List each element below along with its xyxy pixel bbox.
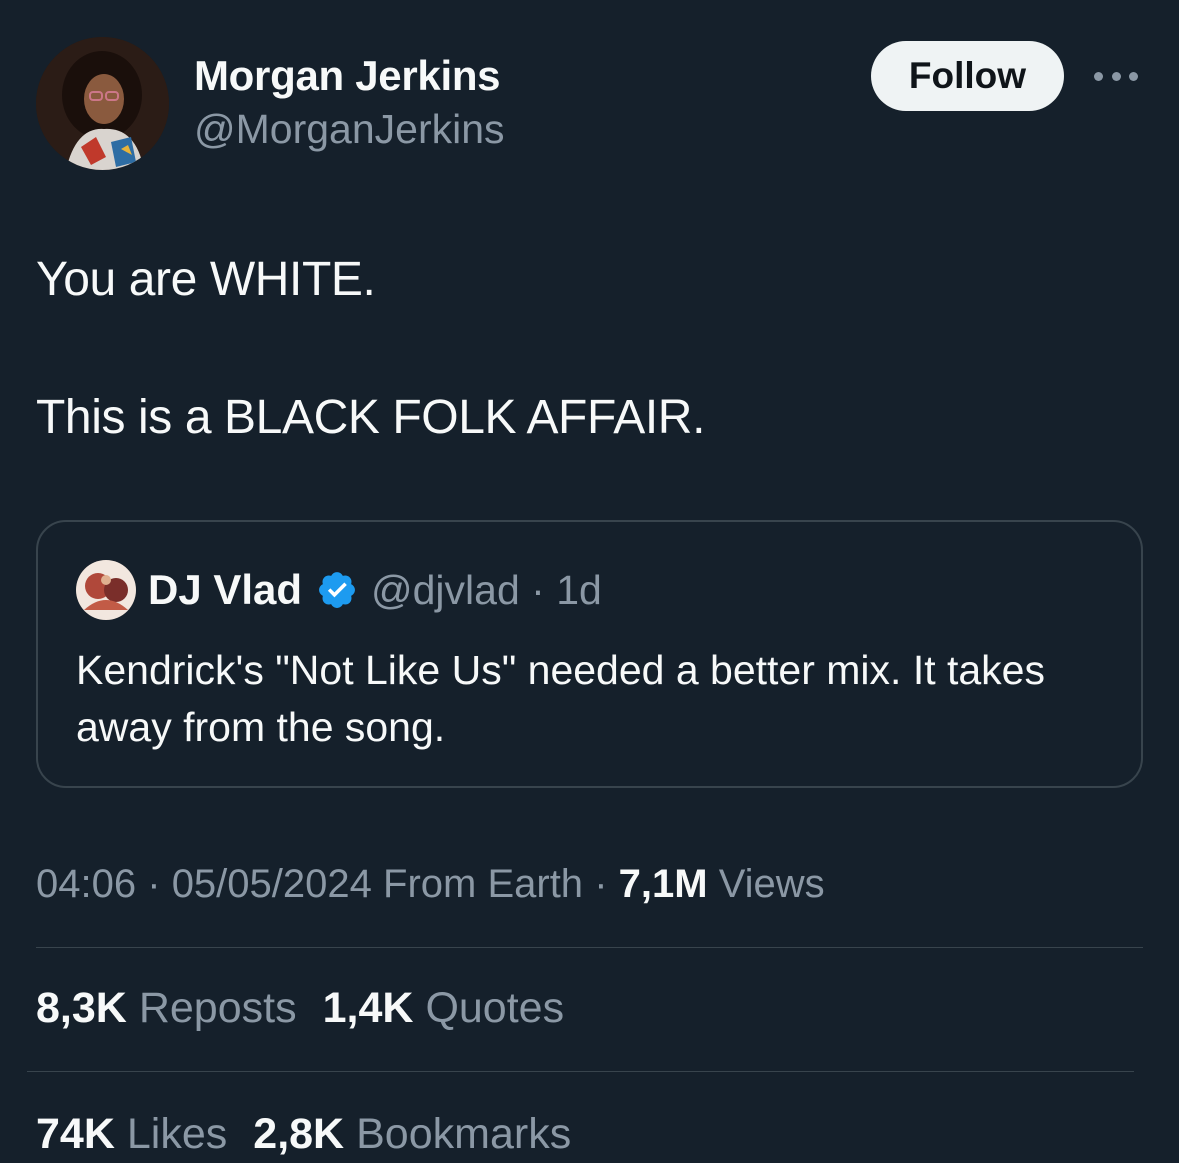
verified-badge-icon bbox=[319, 572, 355, 608]
engagement-stats-row-1: 8,3K Reposts 1,4K Quotes bbox=[36, 984, 564, 1033]
meta-separator: · bbox=[594, 862, 608, 906]
quoted-tweet-card[interactable]: DJ Vlad @djvlad · 1d Kendrick's "Not Lik… bbox=[36, 520, 1143, 788]
tweet-text-line-2: This is a BLACK FOLK AFFAIR. bbox=[36, 391, 706, 444]
reposts-stat[interactable]: 8,3K Reposts bbox=[36, 984, 297, 1033]
tweet-detail: Morgan Jerkins @MorganJerkins Follow You… bbox=[0, 0, 1179, 1163]
tweet-meta: 04:06 · 05/05/2024 From Earth · 7,1M Vie… bbox=[36, 862, 825, 907]
bookmarks-stat[interactable]: 2,8K Bookmarks bbox=[253, 1110, 571, 1159]
quoted-separator: · bbox=[531, 567, 545, 613]
reposts-count: 8,3K bbox=[36, 984, 127, 1032]
bookmarks-label: Bookmarks bbox=[356, 1110, 572, 1158]
quoted-author-name: DJ Vlad bbox=[148, 566, 303, 613]
divider bbox=[27, 1071, 1134, 1072]
tweet-source: From Earth bbox=[383, 862, 584, 906]
reposts-label: Reposts bbox=[138, 984, 297, 1032]
likes-stat[interactable]: 74K Likes bbox=[36, 1110, 227, 1159]
quoted-author-handle: @djvlad · 1d bbox=[371, 567, 602, 614]
tweet-time[interactable]: 04:06 bbox=[36, 862, 136, 906]
divider bbox=[36, 947, 1143, 948]
quotes-stat[interactable]: 1,4K Quotes bbox=[323, 984, 564, 1033]
quotes-count: 1,4K bbox=[322, 984, 414, 1032]
more-icon[interactable] bbox=[1094, 66, 1138, 86]
tweet-text-line-1: You are WHITE. bbox=[36, 253, 376, 306]
quoted-age: 1d bbox=[556, 567, 602, 613]
quotes-label: Quotes bbox=[425, 984, 565, 1032]
author-avatar[interactable] bbox=[36, 37, 169, 170]
engagement-stats-row-2: 74K Likes 2,8K Bookmarks bbox=[36, 1110, 571, 1159]
tweet-date[interactable]: 05/05/2024 bbox=[172, 862, 372, 906]
meta-separator: · bbox=[147, 862, 161, 906]
author-name[interactable]: Morgan Jerkins bbox=[194, 52, 501, 100]
quoted-handle-text: @djvlad bbox=[371, 567, 520, 613]
follow-button[interactable]: Follow bbox=[871, 41, 1064, 111]
quoted-tweet-text: Kendrick's "Not Like Us" needed a better… bbox=[76, 647, 1045, 750]
views-label: Views bbox=[718, 862, 825, 906]
likes-label: Likes bbox=[126, 1110, 228, 1158]
author-handle[interactable]: @MorganJerkins bbox=[194, 106, 505, 153]
likes-count: 74K bbox=[36, 1110, 115, 1158]
bookmarks-count: 2,8K bbox=[253, 1110, 345, 1158]
quoted-author-avatar[interactable] bbox=[76, 560, 136, 620]
views-count: 7,1M bbox=[618, 862, 708, 906]
